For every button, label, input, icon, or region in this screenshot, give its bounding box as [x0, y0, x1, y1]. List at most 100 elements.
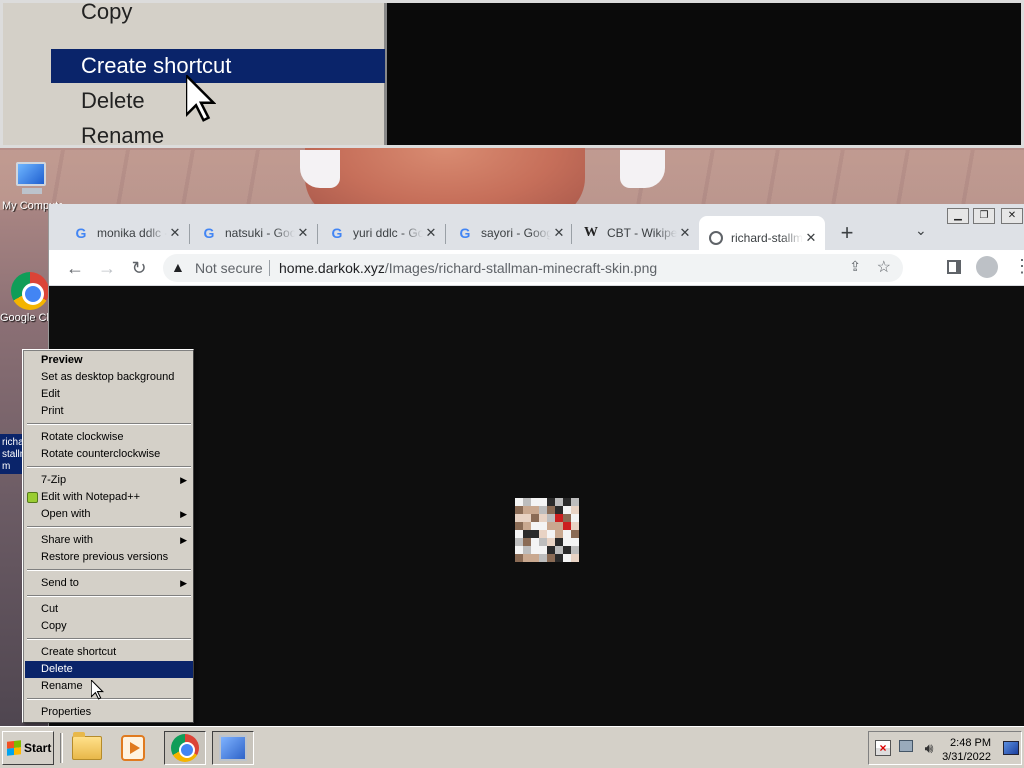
tab-title: monika ddlc - Google Search [97, 226, 167, 240]
back-button[interactable]: ← [63, 256, 87, 280]
url-text[interactable]: home.darkok.xyz/Images/richard-stallman-… [279, 260, 657, 276]
magnified-menu-item-create-shortcut: Create shortcut [51, 49, 385, 83]
taskbar: Start 🔊︎ 2:48 PM 3/31/2022 [0, 726, 1024, 768]
share-icon[interactable]: ⇪ [849, 258, 861, 275]
wallpaper-ribbon-left [300, 150, 340, 188]
browser-toolbar: ← → ↻ ▲ Not secure home.darkok.xyz/Image… [49, 250, 1024, 286]
menu-item-label: Open with [41, 508, 91, 520]
address-bar[interactable]: ▲ Not secure home.darkok.xyz/Images/rich… [163, 254, 903, 282]
bookmark-star-icon[interactable]: ☆ [877, 257, 891, 277]
close-tab-icon[interactable]: ✕ [423, 225, 439, 241]
menu-item-cut[interactable]: Cut [25, 601, 193, 618]
windows-logo-icon [7, 740, 21, 756]
volume-icon[interactable]: 🔊︎ [921, 740, 937, 756]
submenu-arrow-icon: ▶ [180, 578, 187, 588]
close-tab-icon[interactable]: ✕ [167, 225, 183, 241]
tab-title: CBT - Wikipedia [607, 226, 677, 240]
submenu-arrow-icon: ▶ [180, 475, 187, 485]
tab-separator [571, 224, 572, 244]
maximize-button[interactable]: ❐ [973, 208, 995, 224]
menu-separator [27, 423, 191, 425]
new-tab-button[interactable]: + [835, 222, 859, 244]
clock-time[interactable]: 2:48 PM [950, 737, 991, 749]
menu-item-rotate-counterclockwise[interactable]: Rotate counterclockwise [25, 446, 193, 463]
quicklaunch-media-player[interactable] [112, 731, 154, 765]
close-tab-icon[interactable]: ✕ [677, 225, 693, 241]
menu-item-open-with[interactable]: Open with ▶ [25, 506, 193, 523]
menu-item-label: Edit with Notepad++ [41, 491, 141, 503]
explorer-icon [72, 732, 102, 760]
chrome-icon [11, 272, 49, 310]
minecraft-skin-image[interactable] [515, 498, 579, 562]
close-tab-icon[interactable]: ✕ [551, 225, 567, 241]
menu-separator [27, 466, 191, 468]
menu-separator [27, 595, 191, 597]
tab-separator [445, 224, 446, 244]
menu-item-print[interactable]: Print [25, 403, 193, 420]
menu-item-edit-with-notepadpp[interactable]: Edit with Notepad++ [25, 489, 193, 506]
menu-item-restore-previous-versions[interactable]: Restore previous versions [25, 549, 193, 566]
profile-avatar-icon[interactable] [976, 256, 998, 278]
menu-item-share-with[interactable]: Share with ▶ [25, 532, 193, 549]
menu-item-properties[interactable]: Properties [25, 704, 193, 721]
forward-button[interactable]: → [95, 256, 119, 280]
tab-title: richard-stallman-minecraft-skin.png [731, 231, 803, 245]
network-icon[interactable] [899, 740, 913, 752]
url-path: /Images/richard-stallman-minecraft-skin.… [384, 260, 658, 276]
taskbar-magnifier[interactable] [212, 731, 254, 765]
tab-title: natsuki - Google Search [225, 226, 295, 240]
action-center-flag-icon[interactable] [875, 740, 891, 756]
close-tab-icon[interactable]: ✕ [803, 230, 819, 246]
menu-item-edit[interactable]: Edit [25, 386, 193, 403]
security-status[interactable]: Not secure [195, 260, 263, 276]
tab-cbt-wikipedia[interactable]: W CBT - Wikipedia ✕ [573, 216, 699, 250]
close-window-button[interactable]: ✕ [1001, 208, 1023, 224]
google-icon: G [459, 225, 471, 241]
menu-item-create-shortcut[interactable]: Create shortcut [25, 644, 193, 661]
address-divider [269, 260, 270, 276]
google-icon: G [75, 225, 87, 241]
menu-item-label: Share with [41, 534, 93, 546]
tab-sayori[interactable]: G sayori - Google Search ✕ [447, 216, 573, 250]
menu-item-rotate-clockwise[interactable]: Rotate clockwise [25, 429, 193, 446]
taskbar-divider [60, 733, 63, 763]
tab-title: sayori - Google Search [481, 226, 551, 240]
menu-kebab-icon[interactable]: ⋮ [1013, 254, 1024, 278]
menu-item-delete[interactable]: Delete [25, 661, 193, 678]
tab-natsuki[interactable]: G natsuki - Google Search ✕ [191, 216, 317, 250]
tab-separator [317, 224, 318, 244]
tab-separator [189, 224, 190, 244]
quicklaunch-explorer[interactable] [66, 731, 108, 765]
warning-triangle-icon[interactable]: ▲ [171, 259, 185, 275]
magnified-menu-item-rename: Rename [81, 123, 165, 148]
start-button[interactable]: Start [2, 731, 54, 765]
notepadpp-icon [27, 492, 38, 503]
clock-date[interactable]: 3/31/2022 [942, 751, 991, 763]
start-label: Start [24, 741, 52, 755]
reload-button[interactable]: ↻ [127, 256, 151, 280]
close-tab-icon[interactable]: ✕ [295, 225, 311, 241]
menu-item-preview[interactable]: Preview [25, 352, 193, 369]
browser-window: ▁ ❐ ✕ G monika ddlc - Google Search ✕ G … [48, 204, 1024, 726]
side-panel-icon[interactable] [947, 260, 961, 274]
menu-item-set-desktop-background[interactable]: Set as desktop background [25, 369, 193, 386]
menu-item-rename[interactable]: Rename [25, 678, 193, 695]
tab-yuri-ddlc[interactable]: G yuri ddlc - Google Search ✕ [319, 216, 445, 250]
menu-item-copy[interactable]: Copy [25, 618, 193, 635]
chrome-icon [171, 734, 199, 762]
menu-separator [27, 698, 191, 700]
image-viewer [49, 286, 1024, 726]
menu-item-send-to[interactable]: Send to ▶ [25, 575, 193, 592]
magnifier-view: Copy Create shortcut Delete Rename [0, 0, 1024, 148]
menu-item-label: 7-Zip [41, 474, 67, 486]
menu-item-7zip[interactable]: 7-Zip ▶ [25, 472, 193, 489]
taskbar-chrome[interactable] [164, 731, 206, 765]
submenu-arrow-icon: ▶ [180, 509, 187, 519]
tab-monika-ddlc[interactable]: G monika ddlc - Google Search ✕ [63, 216, 189, 250]
tab-search-chevron-icon[interactable]: ⌄ [915, 222, 927, 239]
menu-separator [27, 569, 191, 571]
wallpaper-ribbon-right [620, 150, 665, 188]
system-tray: 🔊︎ 2:48 PM 3/31/2022 [868, 731, 1022, 765]
show-desktop-icon[interactable] [1003, 741, 1019, 755]
minimize-button[interactable]: ▁ [947, 208, 969, 224]
